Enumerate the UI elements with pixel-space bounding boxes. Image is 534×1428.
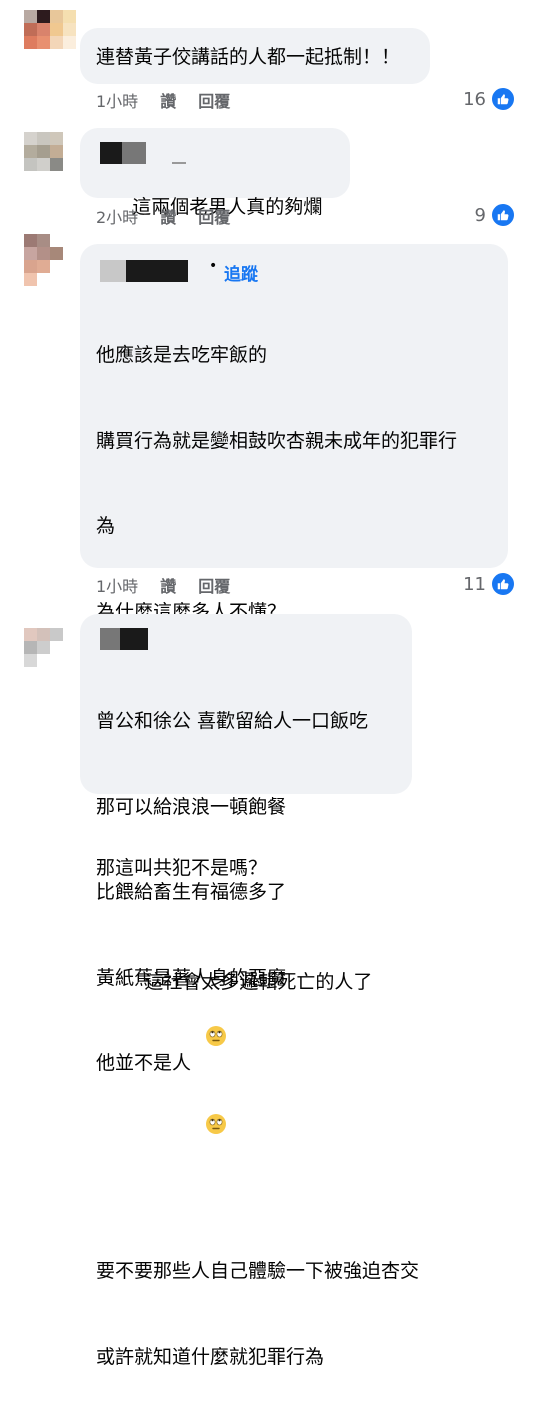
comment-line: 購買行為就是變相鼓吹杏親未成年的犯罪行	[96, 429, 458, 452]
separator-dot: •	[209, 258, 218, 274]
comment-line: 要不要那些人自己體驗一下被強迫杏交	[96, 1260, 420, 1282]
blurred-name	[120, 628, 148, 650]
comment-meta: 1小時 讚 回覆	[96, 88, 230, 112]
reply-button[interactable]: 回覆	[198, 204, 230, 228]
follow-button[interactable]: 追蹤	[224, 260, 258, 285]
avatar[interactable]	[24, 628, 76, 680]
comment-bubble: • 追蹤 他應該是去吃牢飯的 購買行為就是變相鼓吹杏親未成年的犯罪行 為 為什麼…	[80, 244, 508, 1368]
comment-time[interactable]: 2小時	[96, 204, 138, 228]
reaction-number: 9	[474, 204, 486, 226]
avatar[interactable]	[24, 132, 76, 184]
blurred-name[interactable]	[126, 260, 188, 282]
like-button[interactable]: 讚	[160, 204, 176, 228]
like-button[interactable]: 讚	[160, 573, 176, 597]
blurred-name	[172, 162, 186, 164]
comment-meta: 1小時 讚 回覆	[96, 573, 230, 597]
comment-text: 連替黃子佼講話的人都一起抵制！！	[96, 46, 401, 68]
comment-line: 那可以給浪浪一頓飽餐	[96, 795, 287, 818]
comment-line: 曾公和徐公 喜歡留給人一口飯吃	[96, 710, 369, 732]
comment-line: 為	[96, 515, 116, 537]
comment-text: 曾公和徐公 喜歡留給人一口飯吃 那可以給浪浪一頓飽餐 比餵給畜生有福德多了 黃紙…	[96, 650, 396, 1135]
comment-line: 或許就知道什麼就犯罪行為	[96, 1345, 325, 1368]
reaction-count[interactable]: 11	[463, 571, 516, 597]
thumbs-up-icon	[490, 202, 516, 228]
comment-line: 黃紙蕉是著人身的惡魔	[96, 966, 287, 989]
avatar[interactable]	[24, 10, 76, 62]
thumbs-up-icon	[490, 571, 516, 597]
blurred-name	[100, 628, 120, 650]
thumbs-up-icon	[490, 86, 516, 112]
comment-time[interactable]: 1小時	[96, 88, 138, 112]
reply-button[interactable]: 回覆	[198, 88, 230, 112]
blurred-name	[122, 142, 146, 164]
reaction-number: 11	[463, 573, 486, 595]
reply-button[interactable]: 回覆	[198, 573, 230, 597]
comment-time[interactable]: 1小時	[96, 573, 138, 597]
like-button[interactable]: 讚	[160, 88, 176, 112]
comment-bubble: 連替黃子佼講話的人都一起抵制！！	[80, 28, 430, 84]
reaction-count[interactable]: 16	[463, 86, 516, 112]
comment-line: 他應該是去吃牢飯的	[96, 344, 268, 366]
author-row: • 追蹤	[96, 258, 492, 285]
comment-bubble: 這兩個老男人真的夠爛	[80, 128, 350, 271]
avatar[interactable]	[24, 234, 76, 286]
reaction-count[interactable]: 9	[475, 202, 516, 228]
comment-meta: 2小時 讚 回覆	[96, 204, 230, 228]
reaction-number: 16	[463, 88, 486, 110]
comment-line: 比餵給畜生有福德多了	[96, 881, 287, 903]
comment-bubble: 曾公和徐公 喜歡留給人一口飯吃 那可以給浪浪一頓飽餐 比餵給畜生有福德多了 黃紙…	[80, 614, 412, 1074]
author-name[interactable]	[96, 140, 334, 164]
author-name[interactable]	[96, 626, 396, 650]
blurred-name	[100, 142, 122, 164]
blurred-name[interactable]	[100, 260, 126, 282]
comment-line: 他並不是人	[96, 1052, 192, 1074]
